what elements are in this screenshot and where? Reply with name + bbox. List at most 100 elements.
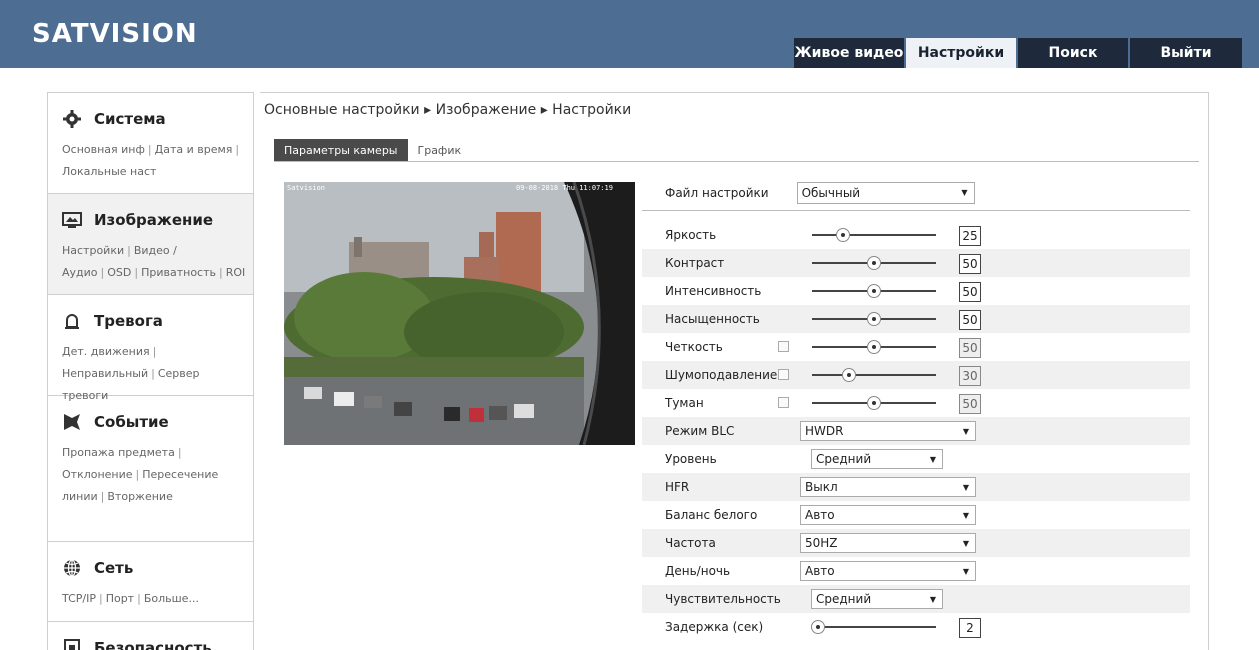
param-value-input[interactable]: 50 (959, 310, 981, 330)
param-slider-knob[interactable] (867, 312, 881, 326)
sidebar-link[interactable]: Дата и время (155, 143, 233, 156)
param-select[interactable]: Авто ▼ (800, 561, 976, 581)
sub-tab-1[interactable]: График (408, 139, 472, 161)
param-value-input[interactable]: 50 (959, 394, 981, 414)
slider-row: Яркость 25 (642, 221, 1190, 249)
delay-slider-track[interactable] (811, 620, 936, 634)
param-slider-track[interactable] (812, 340, 936, 354)
param-checkbox[interactable] (778, 341, 789, 352)
nav-tab-1[interactable]: Настройки (906, 38, 1016, 68)
link-separator: | (100, 266, 105, 279)
param-select[interactable]: Средний ▼ (811, 589, 943, 609)
file-setting-row: Файл настройки Обычный ▼ (642, 175, 1190, 211)
dropdown-arrow-icon: ▼ (929, 454, 936, 464)
sub-tab-0[interactable]: Параметры камеры (274, 139, 408, 161)
camera-params: Файл настройки Обычный ▼ Яркость 25 Контра… (642, 175, 1190, 641)
select-row: День/ночь Авто ▼ (642, 557, 1190, 585)
nav-tab-0[interactable]: Живое видео (794, 38, 904, 68)
sidebar-link[interactable]: Вторжение (107, 490, 172, 503)
param-select[interactable]: Авто ▼ (800, 505, 976, 525)
param-select[interactable]: Средний ▼ (811, 449, 943, 469)
top-nav: Живое видео Настройки Поиск Выйти (794, 38, 1244, 68)
sidebar-link[interactable]: Неправильный (62, 367, 148, 380)
dropdown-arrow-icon: ▼ (962, 510, 969, 520)
param-value-input[interactable]: 50 (959, 282, 981, 302)
nav-tab-3[interactable]: Выйти (1130, 38, 1242, 68)
param-label: Контраст (665, 256, 725, 270)
delay-value-input[interactable]: 2 (959, 618, 981, 638)
param-label: Уровень (665, 452, 717, 466)
osd-time: 09-08-2018 Thu 11:07:19 (516, 184, 613, 192)
sidebar-section-head[interactable]: Изображение (62, 208, 253, 232)
logo: SATVISION (32, 14, 198, 54)
sidebar-section-1: Изображение Настройки | Видео / Аудио | OSD | П… (48, 194, 253, 295)
sidebar-section-5: Безопасность (48, 622, 253, 650)
sidebar-link[interactable]: ROI (226, 266, 246, 279)
param-slider-track[interactable] (812, 312, 936, 326)
param-select[interactable]: Выкл ▼ (800, 477, 976, 497)
param-value-input[interactable]: 50 (959, 338, 981, 358)
param-slider-knob[interactable] (842, 368, 857, 382)
param-slider-knob[interactable] (836, 228, 850, 242)
slider-row: Туман 50 (642, 389, 1190, 417)
sidebar-links: Пропажа предмета |Отклонение | Пересечение … (62, 442, 253, 508)
sidebar-link[interactable]: Пропажа предмета (62, 446, 175, 459)
param-slider-knob[interactable] (867, 284, 881, 298)
sidebar-link[interactable]: Больше... (144, 592, 199, 605)
logo-text: SATVISION (32, 19, 198, 49)
file-setting-label: Файл настройки (665, 185, 769, 200)
param-value-input[interactable]: 30 (959, 366, 981, 386)
param-value-input[interactable]: 50 (959, 254, 981, 274)
sidebar-section-head[interactable]: Тревога (62, 309, 253, 333)
param-select[interactable]: HWDR ▼ (800, 421, 976, 441)
sidebar-section-head[interactable]: Безопасность (62, 636, 253, 650)
dropdown-arrow-icon: ▼ (962, 538, 969, 548)
slider-row: Интенсивность 50 (642, 277, 1190, 305)
param-slider-track[interactable] (812, 256, 936, 270)
sidebar-section-title: Событие (94, 413, 169, 431)
event-icon (62, 412, 82, 432)
link-separator: | (219, 266, 223, 279)
dropdown-arrow-icon: ▼ (929, 594, 936, 604)
select-row: Чувствительность Средний ▼ (642, 585, 1190, 613)
param-slider-track[interactable] (812, 284, 936, 298)
param-select[interactable]: 50HZ ▼ (800, 533, 976, 553)
sidebar-link[interactable]: Отклонение (62, 468, 133, 481)
sidebar-links: Основная инф | Дата и время |Локальные наст (62, 139, 253, 183)
dropdown-arrow-icon: ▼ (962, 482, 969, 492)
param-slider-track[interactable] (812, 368, 936, 382)
sidebar-link[interactable]: Локальные наст (62, 165, 156, 178)
sidebar-section-head[interactable]: Сеть (62, 556, 253, 580)
sidebar-link[interactable]: Основная инф (62, 143, 145, 156)
sidebar-link[interactable]: Настройки (62, 244, 124, 257)
sidebar-link[interactable]: Порт (106, 592, 134, 605)
select-row: HFR Выкл ▼ (642, 473, 1190, 501)
sidebar-link[interactable]: Приватность (141, 266, 216, 279)
param-select-value: Выкл (805, 480, 838, 494)
param-slider-knob[interactable] (867, 340, 881, 354)
param-select-value: HWDR (805, 424, 844, 438)
sidebar-section-head[interactable]: Событие (62, 410, 253, 434)
param-value-input[interactable]: 25 (959, 226, 981, 246)
link-separator: | (151, 367, 155, 380)
sidebar-links: TCP/IP | Порт | Больше... (62, 588, 253, 610)
gear-icon (62, 109, 82, 129)
param-slider-track[interactable] (812, 228, 936, 242)
param-checkbox[interactable] (778, 397, 789, 408)
sidebar-link[interactable]: OSD (107, 266, 131, 279)
param-checkbox[interactable] (778, 369, 789, 380)
breadcrumb: Основные настройки ▸ Изображение ▸ Настр… (264, 102, 632, 118)
sidebar-section-head[interactable]: Система (62, 107, 253, 131)
param-slider-knob[interactable] (867, 396, 881, 410)
delay-slider-knob[interactable] (811, 620, 825, 634)
sidebar-link[interactable]: Дет. движения (62, 345, 150, 358)
file-setting-select[interactable]: Обычный ▼ (796, 181, 975, 204)
delay-row: Задержка (сек) 2 (642, 613, 1190, 641)
nav-tab-2[interactable]: Поиск (1018, 38, 1128, 68)
sidebar-section-4: Сеть TCP/IP | Порт | Больше... (48, 542, 253, 622)
select-row: Уровень Средний ▼ (642, 445, 1190, 473)
param-slider-knob[interactable] (867, 256, 881, 270)
sidebar-link[interactable]: TCP/IP (62, 592, 96, 605)
param-slider-track[interactable] (812, 396, 936, 410)
param-select-value: 50HZ (805, 536, 838, 550)
